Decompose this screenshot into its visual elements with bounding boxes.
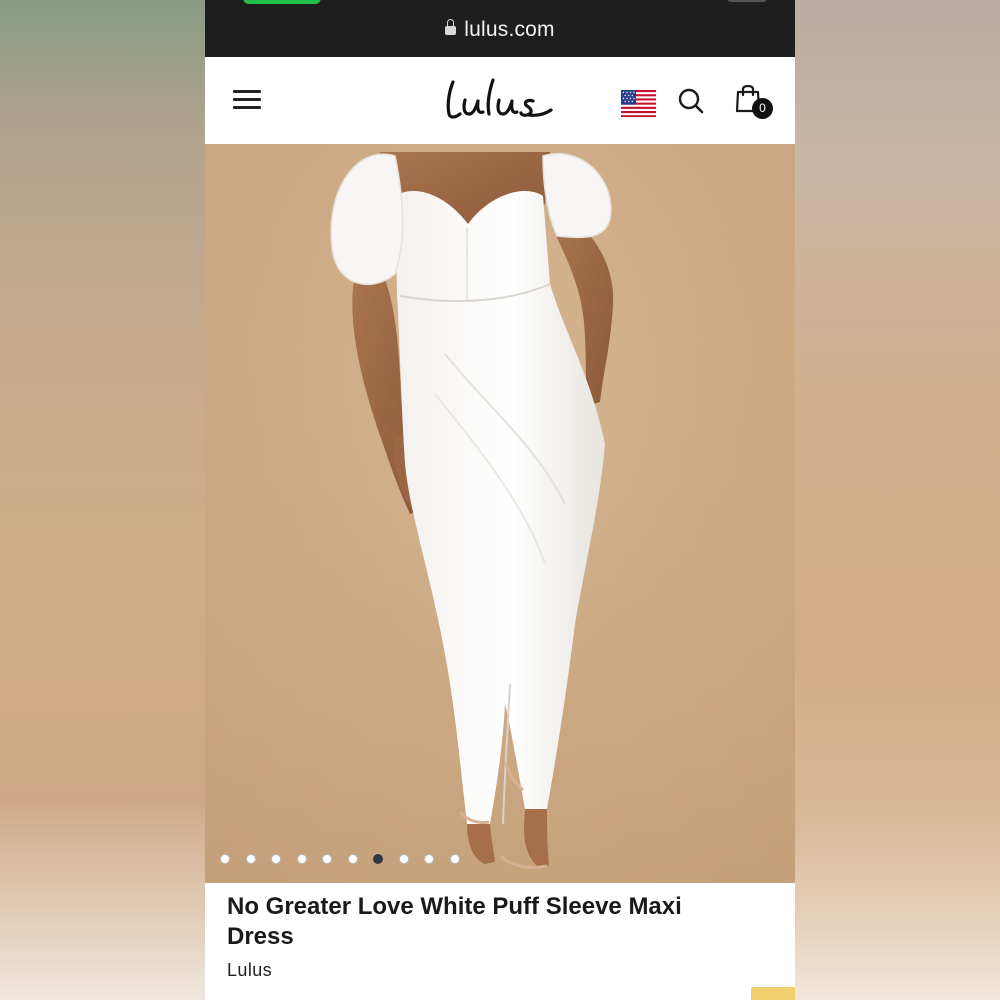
phone-screen: lulus.com 0 No Greater Love White Puff S… <box>205 0 795 1000</box>
url-display[interactable]: lulus.com <box>205 18 795 42</box>
floating-action-button[interactable] <box>751 987 795 1000</box>
product-title: No Greater Love White Puff Sleeve Maxi D… <box>227 893 682 950</box>
lock-icon <box>445 19 457 35</box>
status-indicator <box>243 0 321 4</box>
url-text: lulus.com <box>464 18 555 41</box>
image-carousel-dots <box>220 854 460 868</box>
carousel-dot-active[interactable] <box>373 854 383 864</box>
product-info: No Greater Love White Puff Sleeve Maxi D… <box>205 883 795 1000</box>
lulus-logo[interactable] <box>443 72 555 126</box>
blurred-background-right <box>795 0 1000 1000</box>
carousel-dot[interactable] <box>245 854 256 864</box>
carousel-dot[interactable] <box>322 854 332 864</box>
cart-count-badge: 0 <box>752 98 773 119</box>
product-brand[interactable]: Lulus <box>227 960 272 981</box>
status-indicator-right <box>727 0 767 2</box>
blurred-background-left <box>0 0 205 1000</box>
carousel-dot[interactable] <box>271 854 281 864</box>
carousel-dot[interactable] <box>449 854 460 864</box>
us-flag-icon[interactable] <box>621 90 656 117</box>
carousel-dot[interactable] <box>398 854 409 864</box>
carousel-dot[interactable] <box>296 854 307 864</box>
product-photo <box>205 144 795 883</box>
browser-url-bar[interactable]: lulus.com <box>205 0 795 57</box>
carousel-dot[interactable] <box>424 854 434 864</box>
product-image[interactable] <box>205 144 795 883</box>
cart-button[interactable]: 0 <box>735 83 775 123</box>
menu-icon[interactable] <box>233 88 261 110</box>
carousel-dot[interactable] <box>347 854 358 864</box>
search-icon[interactable] <box>677 87 705 115</box>
carousel-dot[interactable] <box>220 854 230 864</box>
site-header: 0 <box>205 57 795 144</box>
